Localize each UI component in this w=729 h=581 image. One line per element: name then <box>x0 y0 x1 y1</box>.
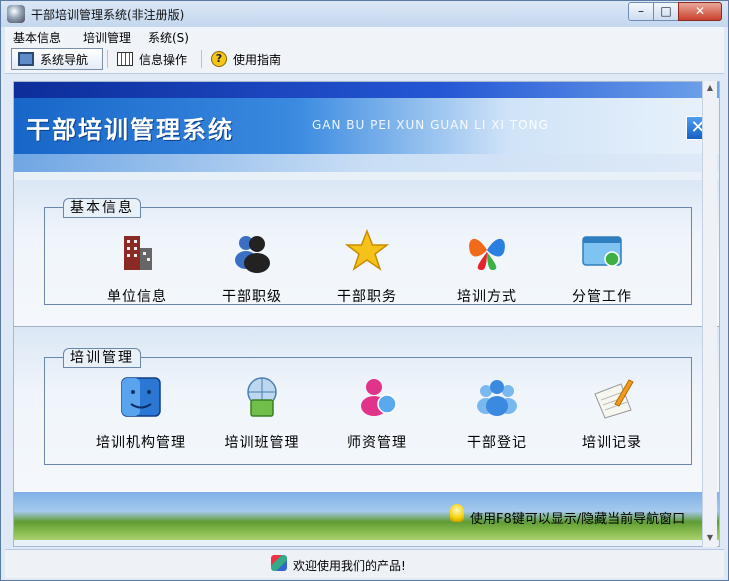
toolbar-guide-label: 使用指南 <box>233 52 282 67</box>
toolbar-info-button[interactable]: 信息操作 <box>111 48 197 70</box>
nav-item-managed-work[interactable]: 分管工作 <box>552 228 652 306</box>
status-text: 欢迎使用我们的产品! <box>293 559 406 573</box>
toolbar-nav-button[interactable]: 系统导航 <box>11 48 103 70</box>
hint-text: 使用F8键可以显示/隐藏当前导航窗口 <box>470 512 686 527</box>
navigation-panel: 干部培训管理系统 GAN BU PEI XUN GUAN LI XI TONG … <box>13 81 720 547</box>
hint-bar: 使用F8键可以显示/隐藏当前导航窗口 <box>14 492 719 540</box>
group-training-management: 培训管理 培训机构管理 培训班管理 师资管理 干部登记 培训记录 <box>44 348 692 465</box>
nav-item-label: 培训记录 <box>582 435 642 451</box>
nav-item-label: 干部职务 <box>337 289 397 305</box>
nav-item-cadre-post[interactable]: 干部职务 <box>317 228 417 306</box>
nav-item-training-mode[interactable]: 培训方式 <box>437 228 537 306</box>
monitor-icon <box>18 52 34 66</box>
status-bar: 欢迎使用我们的产品! <box>5 549 724 578</box>
toolbar: 系统导航 信息操作 ? 使用指南 <box>5 46 724 74</box>
window-icon <box>579 228 625 274</box>
menu-system[interactable]: 系统(S) <box>148 29 189 46</box>
toolbar-separator <box>201 50 202 68</box>
help-icon: ? <box>211 51 227 67</box>
nav-item-label: 培训班管理 <box>224 435 300 451</box>
group-basic-info: 基本信息 单位信息 干部职级 干部职务 培训方式 分管工作 <box>44 198 692 306</box>
nav-item-label: 培训方式 <box>457 289 517 305</box>
group-title: 基本信息 <box>63 198 141 218</box>
nav-item-cadre-registration[interactable]: 干部登记 <box>447 374 547 452</box>
window-title: 干部培训管理系统(非注册版) <box>31 8 185 22</box>
star-icon <box>344 228 390 274</box>
nav-item-training-record[interactable]: 培训记录 <box>562 374 662 452</box>
toolbar-guide-button[interactable]: ? 使用指南 <box>205 48 293 70</box>
toolbar-separator <box>107 50 108 68</box>
menu-bar: 基本信息 培训管理 系统(S) <box>5 27 724 46</box>
nav-item-training-class[interactable]: 培训班管理 <box>212 374 312 452</box>
group-title: 培训管理 <box>63 348 141 368</box>
teacher-icon <box>354 374 400 420</box>
nav-item-unit-info[interactable]: 单位信息 <box>87 228 187 306</box>
nav-item-teacher-management[interactable]: 师资管理 <box>327 374 427 452</box>
toolbar-info-label: 信息操作 <box>139 52 188 67</box>
close-button[interactable]: ✕ <box>678 2 722 21</box>
building-icon <box>114 228 160 274</box>
banner-bottom <box>14 154 719 172</box>
nav-item-label: 分管工作 <box>572 289 632 305</box>
banner: 干部培训管理系统 GAN BU PEI XUN GUAN LI XI TONG … <box>14 98 719 154</box>
scroll-down-arrow[interactable]: ▼ <box>703 531 717 545</box>
nav-item-cadre-rank[interactable]: 干部职级 <box>202 228 302 306</box>
app-window: 干部培训管理系统(非注册版) – □ ✕ 基本信息 培训管理 系统(S) 系统导… <box>0 0 729 581</box>
banner-subtitle: GAN BU PEI XUN GUAN LI XI TONG <box>312 118 549 132</box>
nav-item-label: 干部职级 <box>222 289 282 305</box>
title-bar: 干部培训管理系统(非注册版) – □ ✕ <box>1 1 728 27</box>
network-icon <box>239 374 285 420</box>
butterfly-icon <box>464 228 510 274</box>
nav-item-label: 培训机构管理 <box>96 435 186 451</box>
banner-title: 干部培训管理系统 <box>26 116 234 144</box>
nav-item-training-institution[interactable]: 培训机构管理 <box>91 374 191 452</box>
group-icon <box>474 374 520 420</box>
nav-item-label: 干部登记 <box>467 435 527 451</box>
vertical-scrollbar[interactable]: ▲ ▼ <box>702 81 717 547</box>
users-icon <box>229 228 275 274</box>
app-icon <box>7 5 25 23</box>
grid-icon <box>117 52 133 66</box>
finder-icon <box>118 374 164 420</box>
nav-item-label: 单位信息 <box>107 289 167 305</box>
maximize-button[interactable]: □ <box>653 2 679 21</box>
notepad-icon <box>589 374 635 420</box>
toolbar-nav-label: 系统导航 <box>40 52 89 67</box>
menu-training[interactable]: 培训管理 <box>83 29 131 46</box>
lightbulb-icon <box>450 504 464 522</box>
banner-strip <box>14 82 719 98</box>
nav-item-label: 师资管理 <box>347 435 407 451</box>
product-icon <box>271 555 287 571</box>
menu-basic-info[interactable]: 基本信息 <box>13 29 61 46</box>
minimize-button[interactable]: – <box>628 2 654 21</box>
scroll-up-arrow[interactable]: ▲ <box>703 81 717 95</box>
